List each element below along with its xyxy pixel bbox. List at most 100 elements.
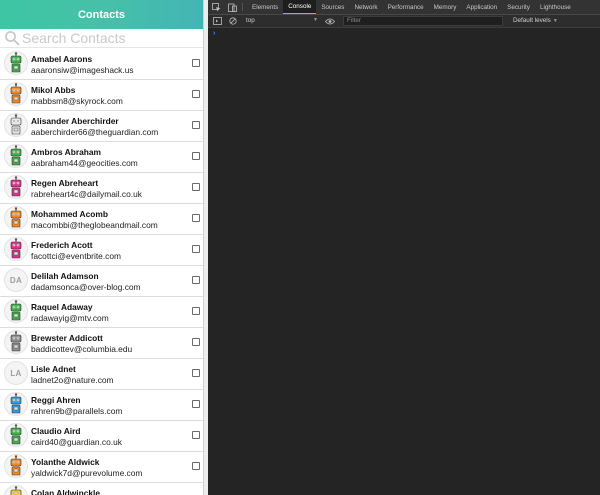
robot-yellow-icon (4, 485, 28, 495)
contact-email: ladnet2o@nature.com (31, 375, 114, 385)
robot-blue-icon (4, 392, 28, 416)
contact-name: Yolanthe Aldwick (31, 457, 100, 467)
contact-name: Amabel Aarons (31, 54, 93, 64)
contact-email: rabreheart4c@dailymail.co.uk (31, 189, 142, 199)
contact-email: yaldwick7d@purevolume.com (31, 468, 143, 478)
avatar-initials-text: LA (10, 368, 22, 378)
contact-row[interactable]: Ambros Abraham aabraham44@geocities.com (0, 142, 203, 173)
contact-name: Brewster Addicott (31, 333, 103, 343)
contact-row[interactable]: Raquel Adaway radawayig@mtv.com (0, 297, 203, 328)
avatar-initials: LA (4, 361, 28, 385)
robot-orange-icon (4, 82, 28, 106)
contact-checkbox[interactable] (192, 90, 200, 98)
robot-green-icon (4, 423, 28, 447)
log-levels-select[interactable]: Default levels ▼ (513, 17, 558, 24)
filter-input[interactable]: Filter (343, 16, 503, 26)
contact-checkbox[interactable] (192, 369, 200, 377)
tab-console[interactable]: Console (283, 0, 317, 14)
contact-checkbox[interactable] (192, 462, 200, 470)
contact-email: rahren9b@parallels.com (31, 406, 123, 416)
contact-checkbox[interactable] (192, 59, 200, 67)
tab-network[interactable]: Network (349, 0, 382, 14)
contact-checkbox[interactable] (192, 121, 200, 129)
robot-green-icon (4, 144, 28, 168)
contact-name: Delilah Adamson (31, 271, 99, 281)
devtools-panel: Elements Console Sources Network Performance… (208, 0, 600, 495)
contact-row[interactable]: LA Lisle Adnet ladnet2o@nature.com (0, 359, 203, 390)
contact-name: Regen Abreheart (31, 178, 99, 188)
contact-email: facottci@eventbrite.com (31, 251, 121, 261)
contact-row[interactable]: Brewster Addicott baddicottev@columbia.ed… (0, 328, 203, 359)
sidebar-toggle-icon[interactable] (213, 17, 222, 27)
contact-row[interactable]: Claudio Aird caird40@guardian.co.uk (0, 421, 203, 452)
robot-orange-icon (4, 206, 28, 230)
contact-row[interactable]: Mikol Abbs mabbsm8@skyrock.com (0, 80, 203, 111)
contact-row[interactable]: Reggi Ahren rahren9b@parallels.com (0, 390, 203, 421)
tab-elements[interactable]: Elements (247, 0, 283, 14)
contact-row[interactable]: Colan Aldwinckle (0, 483, 203, 495)
avatar-initials-text: DA (9, 275, 23, 285)
contact-name: Mikol Abbs (31, 85, 76, 95)
tab-application[interactable]: Application (461, 0, 502, 14)
contact-row[interactable]: Alisander Aberchirder aaberchirder66@theg… (0, 111, 203, 142)
search-input[interactable] (22, 29, 192, 47)
inspect-element-icon[interactable] (208, 0, 224, 14)
tab-security[interactable]: Security (502, 0, 535, 14)
contact-checkbox[interactable] (192, 245, 200, 253)
contact-name: Mohammed Acomb (31, 209, 108, 219)
console-toolbar: top ▼ Filter Default levels ▼ (208, 15, 600, 28)
contact-checkbox[interactable] (192, 400, 200, 408)
console-output[interactable]: › (208, 28, 600, 495)
app-header: Contacts (0, 0, 203, 29)
eye-icon[interactable] (324, 18, 336, 27)
contact-list: Amabel Aarons aaaronsiw@imageshack.us Miko… (0, 49, 203, 495)
contact-name: Raquel Adaway (31, 302, 93, 312)
chevron-down-icon: ▼ (313, 17, 318, 23)
contact-name: Claudio Aird (31, 426, 81, 436)
context-value: top (246, 17, 255, 24)
contact-checkbox[interactable] (192, 214, 200, 222)
chevron-down-icon: ▼ (552, 18, 558, 24)
robot-green-icon (4, 51, 28, 75)
contact-email: mabbsm8@skyrock.com (31, 96, 123, 106)
tab-performance[interactable]: Performance (383, 0, 429, 14)
robot-pink-icon (4, 237, 28, 261)
tab-sources[interactable]: Sources (316, 0, 349, 14)
contact-email: radawayig@mtv.com (31, 313, 109, 323)
contact-email: caird40@guardian.co.uk (31, 437, 122, 447)
contact-checkbox[interactable] (192, 307, 200, 315)
console-prompt: › (213, 30, 216, 37)
contact-row[interactable]: Amabel Aarons aaaronsiw@imageshack.us (0, 49, 203, 80)
levels-label: Default levels (513, 17, 551, 24)
contact-row[interactable]: Yolanthe Aldwick yaldwick7d@purevolume.co… (0, 452, 203, 483)
contact-checkbox[interactable] (192, 431, 200, 439)
robot-orange-icon (4, 454, 28, 478)
device-toolbar-icon[interactable] (224, 0, 240, 14)
tab-memory[interactable]: Memory (429, 0, 462, 14)
contact-checkbox[interactable] (192, 152, 200, 160)
contact-checkbox[interactable] (192, 338, 200, 346)
contact-name: Frederich Acott (31, 240, 93, 250)
contact-row[interactable]: Frederich Acott facottci@eventbrite.com (0, 235, 203, 266)
contact-email: aaberchirder66@theguardian.com (31, 127, 159, 137)
tab-separator (242, 3, 243, 11)
devtools-tab-bar: Elements Console Sources Network Performance… (208, 0, 600, 15)
search-bar (0, 29, 203, 48)
contact-email: macombbi@theglobeandmail.com (31, 220, 158, 230)
tab-lighthouse[interactable]: Lighthouse (535, 0, 576, 14)
avatar-initials: DA (4, 268, 28, 292)
robot-gray-icon (4, 330, 28, 354)
search-icon (4, 30, 20, 46)
contact-name: Alisander Aberchirder (31, 116, 119, 126)
contact-row[interactable]: Mohammed Acomb macombbi@theglobeandmail.c… (0, 204, 203, 235)
contact-name: Ambros Abraham (31, 147, 101, 157)
contact-row[interactable]: DA Delilah Adamson dadamsonca@over-blog.co… (0, 266, 203, 297)
contact-email: aabraham44@geocities.com (31, 158, 138, 168)
contact-row[interactable]: Regen Abreheart rabreheart4c@dailymail.co… (0, 173, 203, 204)
contact-checkbox[interactable] (192, 183, 200, 191)
contact-email: aaaronsiw@imageshack.us (31, 65, 134, 75)
clear-console-icon[interactable] (229, 17, 237, 27)
context-select[interactable]: top ▼ (246, 17, 318, 26)
contact-checkbox[interactable] (192, 276, 200, 284)
robot-white-icon (4, 113, 28, 137)
